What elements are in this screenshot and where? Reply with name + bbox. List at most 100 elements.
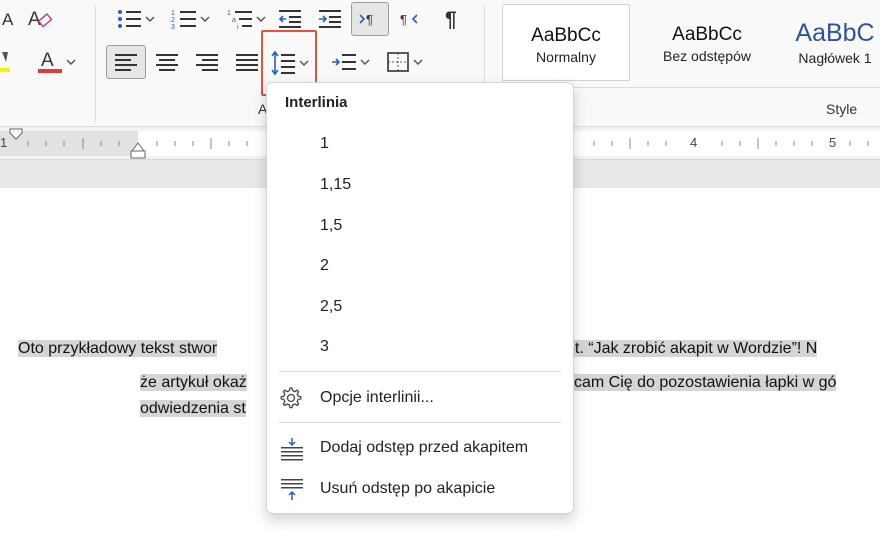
justify-button[interactable]: [230, 47, 264, 77]
svg-text:3: 3: [171, 24, 175, 31]
line-spacing-option-1-5[interactable]: 1,5: [268, 207, 572, 245]
option-label: 3: [320, 338, 329, 355]
decrease-indent-icon: [278, 10, 301, 28]
line-spacing-options-item[interactable]: Opcje interlinii...: [268, 379, 572, 417]
chevron-down-icon: [255, 16, 266, 23]
option-label: 1,5: [320, 217, 343, 234]
numbering-button[interactable]: 1 2 3: [166, 4, 214, 34]
selected-text: cam Cię do pozostawienia łapki w gó: [574, 374, 837, 391]
align-right-button[interactable]: [190, 47, 224, 77]
pilcrow-icon: ¶: [445, 8, 457, 30]
menu-item-label: Usuń odstęp po akapicie: [320, 480, 496, 497]
style-name: Bez odstępów: [663, 48, 751, 64]
clear-formatting-button[interactable]: A: [28, 4, 54, 34]
svg-text:¶: ¶: [366, 12, 373, 27]
group-separator: [95, 6, 96, 122]
shading-button[interactable]: [326, 47, 374, 77]
svg-text:¶: ¶: [445, 8, 457, 30]
chevron-down-icon: [359, 59, 370, 66]
style-preview: AaBbCc: [531, 25, 601, 46]
font-color-button[interactable]: A: [33, 47, 79, 77]
line-spacing-option-2[interactable]: 2: [268, 247, 572, 285]
menu-item-label: Opcje interlinii...: [320, 389, 434, 406]
menu-item-label: Dodaj odstęp przed akapitem: [320, 439, 529, 456]
svg-text:a: a: [232, 17, 236, 24]
menu-separator: [279, 422, 561, 423]
doc-text-line: Oto przykładowy tekst stwor: [18, 338, 218, 360]
remove-space-after-icon: [280, 478, 304, 502]
right-to-left-icon: ¶: [400, 12, 418, 27]
align-center-button[interactable]: [150, 47, 184, 77]
paragraph-spacing-icon: [331, 54, 356, 70]
numbered-list-icon: 1 2 3: [171, 10, 196, 31]
font-size-increase-button[interactable]: A: [0, 4, 18, 34]
justify-icon: [236, 54, 258, 71]
multilevel-list-icon: 1 a i: [227, 10, 252, 31]
line-spacing-menu: Interlinia 1 1,15 1,5 2 2,5 3 Opcje inte…: [266, 82, 574, 514]
ruler-number: 1: [0, 135, 8, 150]
line-spacing-option-1-15[interactable]: 1,15: [268, 166, 572, 204]
svg-text:¶: ¶: [400, 12, 407, 27]
show-formatting-marks-button[interactable]: ¶: [436, 4, 468, 34]
chevron-down-icon: [144, 16, 155, 23]
styles-group-label: Style: [826, 101, 858, 117]
text-highlight-color-button[interactable]: [0, 47, 12, 77]
line-spacing-option-1[interactable]: 1: [268, 125, 572, 163]
clear-formatting-icon: A: [28, 9, 53, 30]
chevron-down-icon: [298, 60, 309, 67]
chevron-down-icon: [199, 16, 210, 23]
align-left-button[interactable]: [106, 45, 146, 79]
borders-icon: [386, 52, 409, 72]
doc-text-line: cam Cię do pozostawienia łapki w gó: [574, 372, 837, 394]
align-left-icon: [115, 54, 137, 71]
option-label: 2: [320, 257, 329, 274]
menu-separator: [279, 371, 561, 372]
svg-text:A: A: [2, 10, 14, 29]
option-label: 1,15: [320, 176, 352, 193]
doc-text-line: odwiedzenia st: [140, 398, 246, 420]
style-normal[interactable]: AaBbCc Normalny: [502, 4, 630, 81]
line-spacing-option-2-5[interactable]: 2,5: [268, 288, 572, 326]
rtl-paragraph-button[interactable]: ¶: [394, 4, 426, 34]
gear-icon: [280, 387, 302, 409]
font-color-icon: A: [37, 50, 62, 73]
style-preview: AaBbCc: [672, 24, 742, 45]
option-label: 2,5: [320, 298, 343, 315]
style-preview: AaBbC: [795, 19, 875, 47]
borders-button[interactable]: [380, 47, 428, 77]
style-no-spacing[interactable]: AaBbCc Bez odstępów: [637, 4, 777, 81]
remove-space-after-paragraph-item[interactable]: Usuń odstęp po akapicie: [268, 470, 572, 508]
selected-text: pt. “Jak zrobić akapit w Wordzie”! N: [566, 340, 818, 357]
chevron-down-icon: [65, 59, 76, 66]
svg-text:2: 2: [171, 17, 175, 24]
style-name: Normalny: [536, 49, 596, 65]
left-to-right-icon: ¶: [359, 12, 373, 27]
style-name: Nagłówek 1: [798, 50, 872, 66]
bullet-list-icon: [117, 10, 141, 28]
ruler-number: 4: [690, 135, 698, 150]
selected-text: odwiedzenia st: [140, 400, 246, 417]
menu-title: Interlinia: [285, 94, 348, 111]
line-spacing-option-3[interactable]: 3: [268, 328, 572, 366]
align-center-icon: [156, 54, 178, 71]
align-right-icon: [196, 54, 218, 71]
selected-text: Oto przykładowy tekst stwor: [18, 340, 218, 357]
add-space-before-paragraph-item[interactable]: Dodaj odstęp przed akapitem: [268, 429, 572, 467]
doc-text-line: że artykuł okaż: [140, 372, 247, 394]
font-grow-icon: A: [2, 10, 14, 29]
style-heading-1[interactable]: AaBbC Nagłówek 1: [785, 4, 880, 81]
option-label: 1: [320, 135, 329, 152]
add-space-before-icon: [280, 437, 304, 461]
svg-text:i: i: [237, 24, 239, 31]
ruler-number: 5: [829, 135, 837, 150]
line-spacing-icon: [270, 50, 295, 76]
increase-indent-icon: [319, 10, 341, 28]
ltr-paragraph-button[interactable]: ¶: [351, 2, 389, 36]
styles-gallery: AaBbCc Normalny AaBbCc Bez odstępów AaBb…: [497, 0, 880, 87]
doc-text-line: pt. “Jak zrobić akapit w Wordzie”! N: [566, 338, 818, 360]
bullets-button[interactable]: [110, 4, 160, 34]
highlighter-icon: [0, 52, 10, 72]
increase-indent-button[interactable]: [314, 4, 346, 34]
svg-text:A: A: [41, 50, 54, 71]
svg-text:1: 1: [171, 10, 175, 17]
